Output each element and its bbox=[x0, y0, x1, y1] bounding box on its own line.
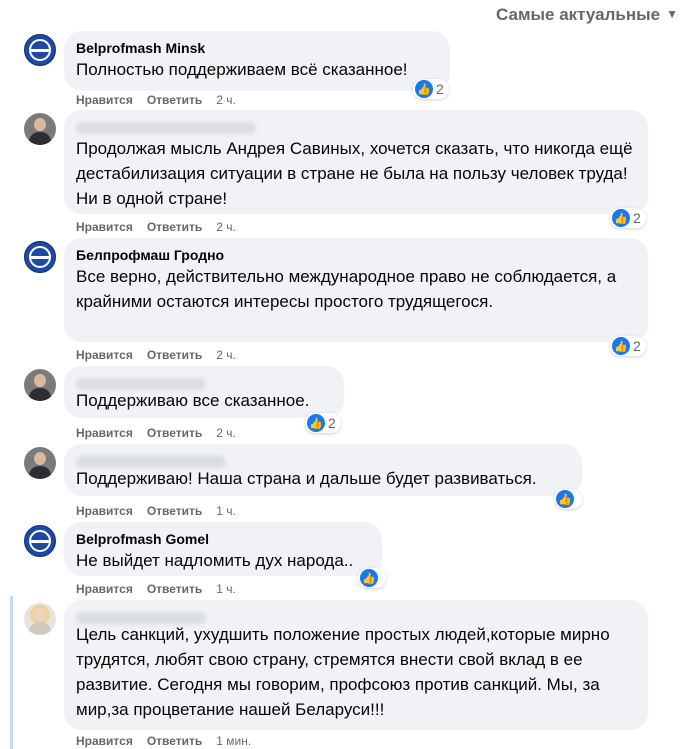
timestamp[interactable]: 1 ч. bbox=[216, 582, 236, 596]
avatar[interactable] bbox=[24, 525, 56, 557]
redacted-name bbox=[76, 612, 206, 625]
reply-thread-line bbox=[10, 596, 13, 749]
avatar[interactable] bbox=[24, 447, 56, 479]
timestamp[interactable]: 2 ч. bbox=[216, 93, 236, 107]
like-button[interactable]: Нравится bbox=[76, 734, 133, 748]
reaction-count[interactable]: 👍 bbox=[358, 568, 386, 588]
comment-text: Полностью поддерживаем всё сказанное! bbox=[76, 60, 408, 79]
timestamp[interactable]: 2 ч. bbox=[216, 220, 236, 234]
comment-author[interactable]: Белпрофмаш Гродно bbox=[76, 246, 636, 264]
comment-actions: Нравится Ответить 1 ч. bbox=[76, 582, 250, 596]
comment-actions: Нравится Ответить 1 мин. bbox=[76, 734, 265, 748]
comment-author[interactable] bbox=[76, 374, 332, 391]
comment-text: Поддерживаю! Наша страна и дальше будет … bbox=[76, 469, 537, 488]
comment-bubble: Цель санкций, ухудшить положение простых… bbox=[64, 600, 648, 730]
like-button[interactable]: Нравится bbox=[76, 582, 133, 596]
timestamp[interactable]: 2 ч. bbox=[216, 348, 236, 362]
comment-text: Не выйдет надломить дух народа.. bbox=[76, 551, 354, 570]
sort-label: Самые актуальные bbox=[496, 5, 661, 24]
like-reaction-icon: 👍 bbox=[556, 490, 574, 508]
reply-button[interactable]: Ответить bbox=[147, 734, 202, 748]
comment-author[interactable] bbox=[76, 608, 636, 625]
like-button[interactable]: Нравится bbox=[76, 504, 133, 518]
reaction-count[interactable]: 👍 2 bbox=[413, 79, 449, 99]
comment-bubble: Белпрофмаш Гродно Все верно, действитель… bbox=[64, 238, 648, 342]
reaction-count[interactable]: 👍 2 bbox=[610, 336, 646, 356]
comment-actions: Нравится Ответить 1 ч. bbox=[76, 504, 250, 518]
comment-author[interactable] bbox=[76, 118, 636, 136]
like-button[interactable]: Нравится bbox=[76, 220, 133, 234]
comment-actions: Нравится Ответить 2 ч. bbox=[76, 220, 250, 234]
comment-actions: Нравится Ответить 2 ч. bbox=[76, 426, 250, 440]
timestamp[interactable]: 1 мин. bbox=[216, 734, 251, 748]
sort-dropdown[interactable]: Самые актуальные ▼ bbox=[496, 5, 678, 25]
chevron-down-icon: ▼ bbox=[666, 7, 678, 21]
comment-text: Поддерживаю все сказанное. bbox=[76, 391, 310, 410]
like-reaction-icon: 👍 bbox=[307, 414, 325, 432]
like-reaction-icon: 👍 bbox=[612, 209, 630, 227]
avatar[interactable] bbox=[24, 241, 56, 273]
comment-bubble: Продолжая мысль Андрея Савиных, хочется … bbox=[64, 110, 648, 214]
comment-author[interactable] bbox=[76, 452, 570, 469]
redacted-name bbox=[76, 122, 256, 135]
reply-button[interactable]: Ответить bbox=[147, 504, 202, 518]
reply-button[interactable]: Ответить bbox=[147, 348, 202, 362]
like-button[interactable]: Нравится bbox=[76, 348, 133, 362]
avatar[interactable] bbox=[24, 369, 56, 401]
comment-text: Все верно, действительно международное п… bbox=[76, 267, 617, 311]
like-reaction-icon: 👍 bbox=[360, 569, 378, 587]
comment-bubble: Поддерживаю все сказанное. bbox=[64, 366, 344, 418]
reaction-count[interactable]: 👍 bbox=[554, 489, 582, 509]
reply-button[interactable]: Ответить bbox=[147, 220, 202, 234]
comment-actions: Нравится Ответить 2 ч. bbox=[76, 348, 250, 362]
redacted-name bbox=[76, 456, 226, 469]
comment-bubble: Belprofmash Minsk Полностью поддерживаем… bbox=[64, 31, 450, 91]
timestamp[interactable]: 2 ч. bbox=[216, 426, 236, 440]
comment-bubble: Поддерживаю! Наша страна и дальше будет … bbox=[64, 444, 582, 496]
comment-author[interactable]: Belprofmash Gomel bbox=[76, 530, 370, 548]
redacted-name bbox=[76, 378, 206, 391]
reaction-count[interactable]: 👍 2 bbox=[305, 413, 341, 433]
comment-text: Цель санкций, ухудшить положение простых… bbox=[76, 625, 610, 719]
avatar[interactable] bbox=[24, 34, 56, 66]
like-button[interactable]: Нравится bbox=[76, 93, 133, 107]
like-reaction-icon: 👍 bbox=[612, 337, 630, 355]
reply-button[interactable]: Ответить bbox=[147, 93, 202, 107]
reply-button[interactable]: Ответить bbox=[147, 582, 202, 596]
like-reaction-icon: 👍 bbox=[415, 80, 433, 98]
reply-button[interactable]: Ответить bbox=[147, 426, 202, 440]
comment-text: Продолжая мысль Андрея Савиных, хочется … bbox=[76, 139, 633, 208]
comment-bubble: Belprofmash Gomel Не выйдет надломить ду… bbox=[64, 522, 382, 576]
avatar[interactable] bbox=[24, 603, 56, 635]
reaction-count[interactable]: 👍 2 bbox=[610, 208, 646, 228]
like-button[interactable]: Нравится bbox=[76, 426, 133, 440]
comment-actions: Нравится Ответить 2 ч. bbox=[76, 93, 250, 107]
timestamp[interactable]: 1 ч. bbox=[216, 504, 236, 518]
comment-author[interactable]: Belprofmash Minsk bbox=[76, 39, 438, 57]
avatar[interactable] bbox=[24, 113, 56, 145]
